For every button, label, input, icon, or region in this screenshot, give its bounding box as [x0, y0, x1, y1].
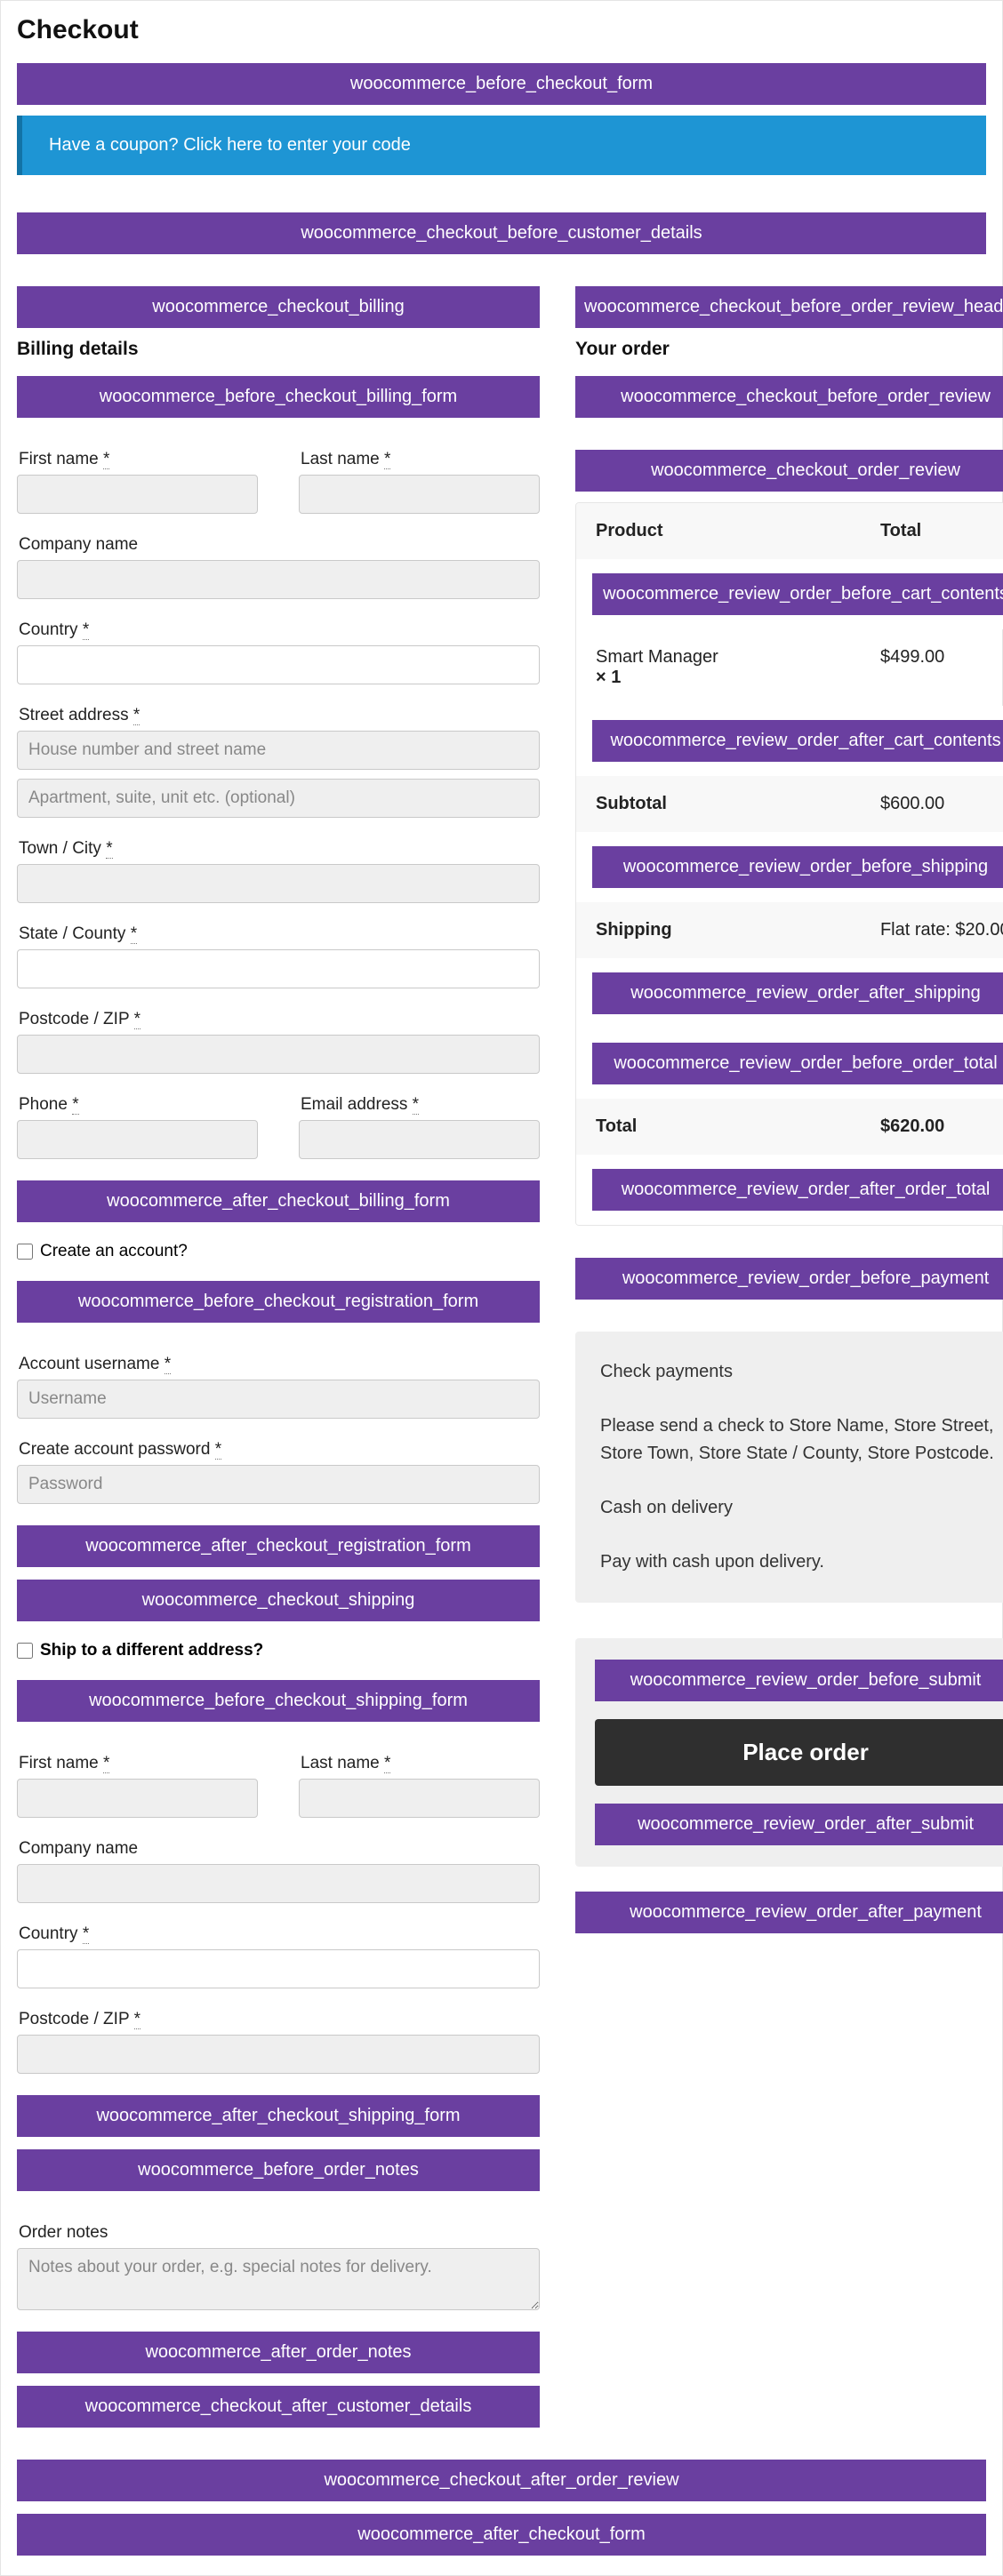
account-username-input[interactable] [17, 1380, 540, 1419]
coupon-notice[interactable]: Have a coupon? Click here to enter your … [17, 116, 986, 175]
hook-after-shipping: woocommerce_review_order_after_shipping [592, 972, 1003, 1014]
hook-after-order-notes: woocommerce_after_order_notes [17, 2332, 540, 2373]
billing-heading: Billing details [17, 339, 540, 360]
shipping-company-input[interactable] [17, 1864, 540, 1903]
hook-after-total: woocommerce_review_order_after_order_tot… [592, 1169, 1003, 1211]
shipping-country-input[interactable] [17, 1949, 540, 1988]
shipping-postcode-input[interactable] [17, 2035, 540, 2074]
ship-different-checkbox[interactable] [17, 1643, 33, 1659]
label-company: Company name [17, 535, 540, 555]
billing-town-input[interactable] [17, 864, 540, 903]
billing-email-input[interactable] [299, 1120, 540, 1159]
hook-before-checkout-form: woocommerce_before_checkout_form [17, 63, 986, 105]
shipping-value: Flat rate: $20.00 [861, 902, 1003, 958]
hook-after-order-review: woocommerce_checkout_after_order_review [17, 2460, 986, 2501]
hook-after-cart-contents: woocommerce_review_order_after_cart_cont… [592, 720, 1003, 762]
hook-before-order-review-heading: woocommerce_checkout_before_order_review… [575, 286, 1003, 328]
label-town: Town / City * [17, 839, 540, 859]
hook-before-order-notes: woocommerce_before_order_notes [17, 2149, 540, 2191]
label-ship-different: Ship to a different address? [40, 1641, 263, 1660]
label-last-name: Last name * [299, 450, 540, 469]
payment-check-title[interactable]: Check payments [600, 1358, 1003, 1386]
hook-after-billing-form: woocommerce_after_checkout_billing_form [17, 1180, 540, 1222]
hook-before-customer-details: woocommerce_checkout_before_customer_det… [17, 212, 986, 254]
hook-before-billing-form: woocommerce_before_checkout_billing_form [17, 376, 540, 418]
hook-checkout-billing: woocommerce_checkout_billing [17, 286, 540, 328]
label-state: State / County * [17, 924, 540, 944]
hook-after-submit: woocommerce_review_order_after_submit [595, 1804, 1003, 1845]
hook-before-shipping: woocommerce_review_order_before_shipping [592, 846, 1003, 888]
subtotal-label: Subtotal [576, 776, 861, 832]
cart-item-name: Smart Manager × 1 [576, 629, 861, 706]
payment-cod-desc: Pay with cash upon delivery. [600, 1548, 1003, 1576]
cart-item-price: $499.00 [861, 629, 1003, 706]
hook-before-total: woocommerce_review_order_before_order_to… [592, 1043, 1003, 1084]
billing-state-input[interactable] [17, 949, 540, 988]
hook-order-review: woocommerce_checkout_order_review [575, 450, 1003, 492]
label-email: Email address * [299, 1095, 540, 1115]
hook-after-shipping-form: woocommerce_after_checkout_shipping_form [17, 2095, 540, 2137]
billing-country-input[interactable] [17, 645, 540, 684]
create-account-checkbox[interactable] [17, 1244, 33, 1260]
order-notes-input[interactable] [17, 2248, 540, 2310]
hook-before-payment: woocommerce_review_order_before_payment [575, 1258, 1003, 1300]
place-order-button[interactable]: Place order [595, 1719, 1003, 1786]
order-review-table: Product Total woocommerce_review_order_b… [575, 502, 1003, 1226]
label-postcode: Postcode / ZIP * [17, 1010, 540, 1029]
label-order-notes: Order notes [17, 2223, 540, 2243]
hook-before-shipping-form: woocommerce_before_checkout_shipping_for… [17, 1680, 540, 1722]
billing-street1-input[interactable] [17, 731, 540, 770]
account-password-input[interactable] [17, 1465, 540, 1504]
label-create-account: Create an account? [40, 1242, 188, 1261]
shipping-first-name-input[interactable] [17, 1779, 258, 1818]
billing-phone-input[interactable] [17, 1120, 258, 1159]
hook-after-payment: woocommerce_review_order_after_payment [575, 1892, 1003, 1933]
total-value: $620.00 [861, 1099, 1003, 1155]
shipping-label: Shipping [576, 902, 861, 958]
hook-after-checkout-form: woocommerce_after_checkout_form [17, 2514, 986, 2556]
payment-check-desc: Please send a check to Store Name, Store… [600, 1412, 1003, 1468]
label-ship-first-name: First name * [17, 1754, 258, 1773]
billing-street2-input[interactable] [17, 779, 540, 818]
subtotal-value: $600.00 [861, 776, 1003, 832]
payment-cod-title[interactable]: Cash on delivery [600, 1494, 1003, 1522]
billing-company-input[interactable] [17, 560, 540, 599]
hook-checkout-shipping: woocommerce_checkout_shipping [17, 1580, 540, 1621]
label-account-password: Create account password * [17, 1440, 540, 1460]
label-country: Country * [17, 620, 540, 640]
hook-after-registration: woocommerce_after_checkout_registration_… [17, 1525, 540, 1567]
label-ship-last-name: Last name * [299, 1754, 540, 1773]
label-phone: Phone * [17, 1095, 258, 1115]
payment-methods-box: Check payments Please send a check to St… [575, 1332, 1003, 1603]
col-total: Total [861, 503, 1003, 559]
hook-after-customer-details: woocommerce_checkout_after_customer_deta… [17, 2386, 540, 2428]
page-title: Checkout [17, 15, 986, 45]
billing-first-name-input[interactable] [17, 475, 258, 514]
label-first-name: First name * [17, 450, 258, 469]
label-ship-country: Country * [17, 1924, 540, 1944]
hook-before-submit: woocommerce_review_order_before_submit [595, 1660, 1003, 1701]
hook-before-cart-contents: woocommerce_review_order_before_cart_con… [592, 573, 1003, 615]
label-ship-company: Company name [17, 1839, 540, 1859]
hook-before-order-review: woocommerce_checkout_before_order_review [575, 376, 1003, 418]
billing-last-name-input[interactable] [299, 475, 540, 514]
order-heading: Your order [575, 339, 1003, 360]
label-street: Street address * [17, 706, 540, 725]
label-ship-postcode: Postcode / ZIP * [17, 2010, 540, 2029]
submit-box: woocommerce_review_order_before_submit P… [575, 1638, 1003, 1867]
col-product: Product [576, 503, 861, 559]
billing-postcode-input[interactable] [17, 1035, 540, 1074]
label-account-username: Account username * [17, 1355, 540, 1374]
shipping-last-name-input[interactable] [299, 1779, 540, 1818]
hook-before-registration: woocommerce_before_checkout_registration… [17, 1281, 540, 1323]
total-label: Total [576, 1099, 861, 1155]
